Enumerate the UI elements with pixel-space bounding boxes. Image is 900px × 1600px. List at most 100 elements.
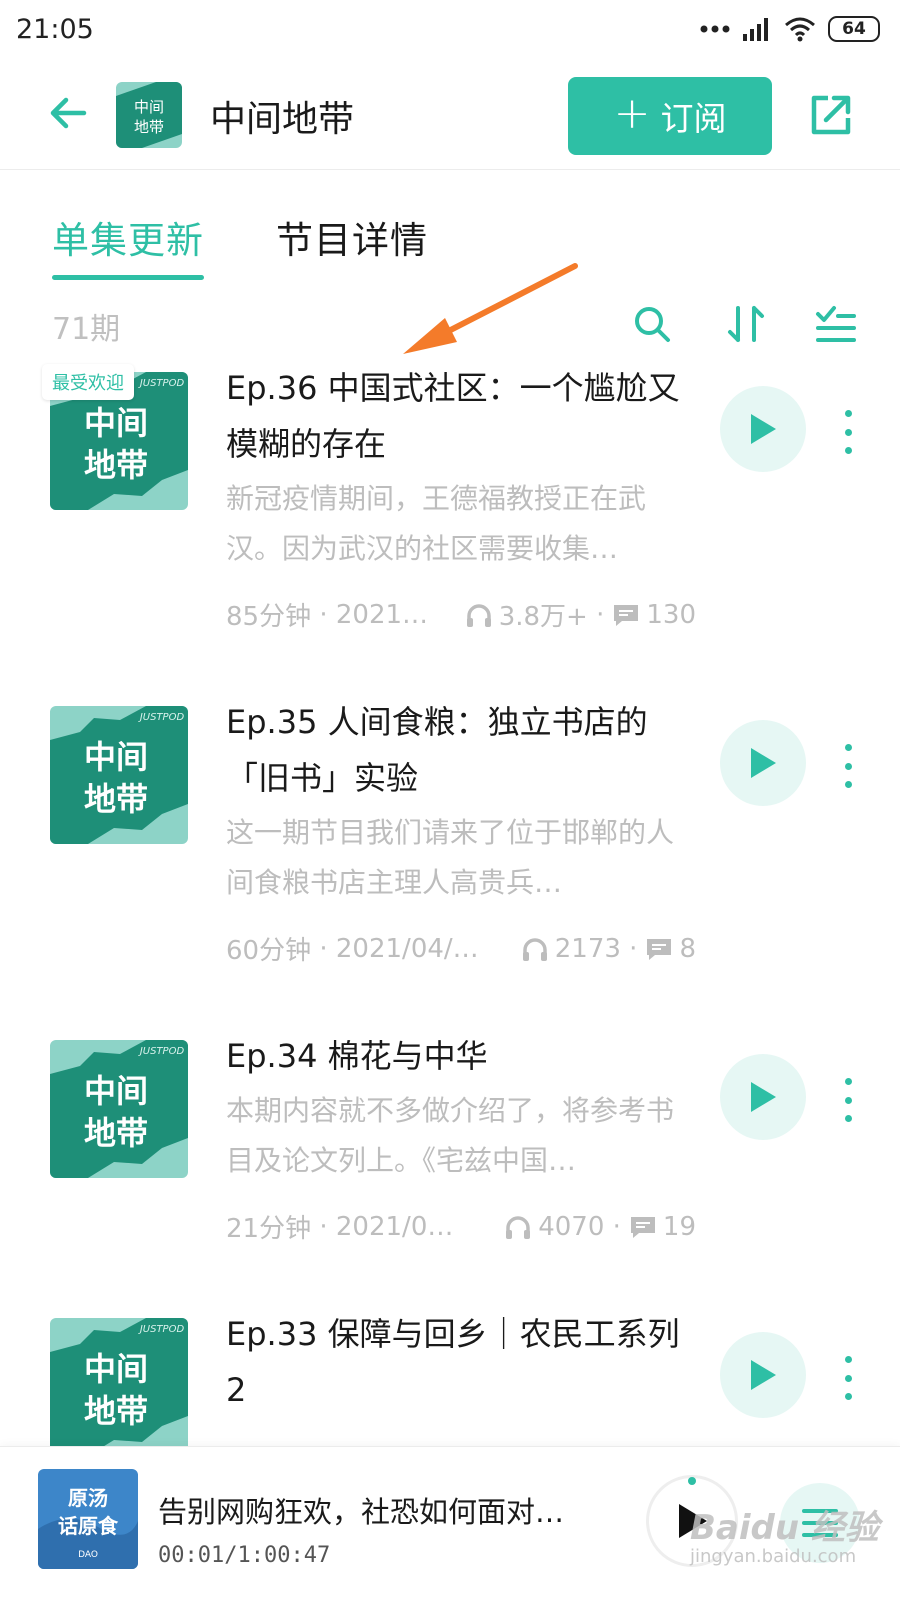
episode-plays: 3.8万+	[498, 602, 588, 632]
episode-duration: 21分钟	[226, 1214, 312, 1244]
cover-text-line2: 地带	[84, 1114, 148, 1152]
mini-player-cover-art: 原汤 话原食 DAO	[38, 1469, 138, 1569]
episode-plays: 4070	[538, 1211, 605, 1242]
cover-text-line2: 地带	[84, 780, 148, 818]
episode-cover-art: JUSTPOD 中间 地带	[50, 1318, 188, 1456]
play-icon	[751, 748, 776, 778]
subscribe-label: 订阅	[660, 99, 727, 138]
episode-title[interactable]: Ep.36 中国式社区：一个尴尬又模糊的存在	[226, 360, 696, 472]
tab-episodes[interactable]: 单集更新	[52, 210, 204, 280]
episode-cover: JUSTPOD 中间 地带	[50, 1318, 188, 1456]
search-icon[interactable]	[630, 302, 674, 346]
episode-cover-art: JUSTPOD 中间 地带	[50, 706, 188, 844]
episode-date: 2021/0…	[335, 1211, 454, 1242]
meta-separator: ·	[311, 933, 336, 964]
comment-icon	[647, 938, 672, 960]
tab-details[interactable]: 节目详情	[276, 210, 428, 264]
back-arrow-icon[interactable]	[44, 88, 94, 138]
cover-brand-text: JUSTPOD	[138, 1324, 185, 1335]
play-button[interactable]	[720, 1054, 806, 1140]
meta-separator: ·	[620, 933, 638, 964]
battery-indicator: 64	[828, 16, 880, 42]
episode-title[interactable]: Ep.35 人间食粮：独立书店的「旧书」实验	[226, 694, 696, 806]
cover-text-line1: 中间	[84, 404, 148, 442]
episode-comments: 19	[662, 1211, 696, 1242]
episode-description: 新冠疫情期间，王德福教授正在武汉。因为武汉的社区需要收集…	[226, 482, 647, 565]
episode-count: 71期	[52, 312, 121, 347]
more-dots-status-icon	[700, 25, 730, 33]
play-button[interactable]	[720, 720, 806, 806]
more-options-button[interactable]	[836, 1078, 860, 1122]
cover-brand-text: JUSTPOD	[138, 1046, 185, 1057]
episode-cover: JUSTPOD 中间 地带	[50, 706, 188, 844]
episode-duration: 85分钟	[226, 602, 312, 632]
annotation-arrow-icon	[403, 263, 578, 354]
episode-meta: 21分钟 · 2021/0… 4070 · 19	[226, 1208, 696, 1245]
headphones-icon	[466, 603, 491, 627]
episode-meta: 60分钟 · 2021/04/… 2173 · 8	[226, 930, 696, 967]
more-options-button[interactable]	[836, 1356, 860, 1400]
meta-separator: ·	[587, 599, 605, 630]
cover-text-line2: 地带	[84, 1392, 148, 1430]
episode-date: 2021/04/…	[335, 933, 479, 964]
play-icon	[751, 414, 776, 444]
progress-dot	[688, 1477, 696, 1485]
mini-cover-text-1: 原汤	[68, 1486, 108, 1510]
play-icon	[751, 1082, 776, 1112]
most-popular-badge: 最受欢迎	[42, 364, 134, 400]
cover-text-line1: 中间	[84, 1350, 148, 1388]
meta-separator: ·	[311, 599, 336, 630]
episode-description: 这一期节目我们请来了位于邯郸的人间食粮书店主理人高贵兵…	[226, 816, 675, 899]
episode-cover-art: JUSTPOD 中间 地带	[50, 1040, 188, 1178]
batch-select-icon[interactable]	[814, 302, 858, 346]
comment-icon	[614, 604, 639, 626]
now-playing-title: 告别网购狂欢，社恐如何面对…	[158, 1495, 565, 1529]
episode-description: 本期内容就不多做介绍了，将参考书目及论文列上。《宅兹中国…	[226, 1094, 675, 1177]
signal-icon	[743, 18, 768, 41]
cover-text-line1: 中间	[84, 738, 148, 776]
podcast-cover-text-2: 地带	[134, 118, 164, 136]
share-icon[interactable]	[804, 88, 858, 142]
mini-cover-text-2: 话原食	[58, 1514, 119, 1538]
plus-icon: +	[613, 88, 651, 139]
episode-duration: 60分钟	[226, 936, 312, 966]
podcast-cover: 中间 地带	[116, 82, 182, 148]
episode-cover: JUSTPOD 中间 地带	[50, 1040, 188, 1178]
sort-icon[interactable]	[724, 302, 768, 346]
episode-title[interactable]: Ep.33 保障与回乡｜农民工系列2	[226, 1306, 696, 1418]
cover-brand-text: JUSTPOD	[138, 712, 185, 723]
more-options-button[interactable]	[836, 744, 860, 788]
episode-comments: 8	[679, 933, 696, 964]
status-icons: 64	[700, 16, 880, 42]
more-options-button[interactable]	[836, 410, 860, 454]
status-bar: 21:05 64	[0, 0, 900, 64]
subscribe-button[interactable]: + 订阅	[568, 77, 772, 155]
headphones-icon	[506, 1215, 531, 1239]
play-icon	[751, 1360, 776, 1390]
play-button[interactable]	[720, 1332, 806, 1418]
headphones-icon	[522, 937, 547, 961]
podcast-cover-text-1: 中间	[134, 98, 164, 116]
play-button[interactable]	[720, 386, 806, 472]
episode-meta: 85分钟 · 2021… 3.8万+ · 130	[226, 596, 696, 633]
now-playing-time: 00:01/1:00:47	[158, 1543, 331, 1568]
comment-icon	[630, 1216, 655, 1238]
episode-date: 2021…	[335, 599, 429, 630]
mini-player-cover: 原汤 话原食 DAO	[38, 1469, 138, 1569]
cover-text-line2: 地带	[84, 446, 148, 484]
header: 中间 地带 中间地带 + 订阅	[0, 64, 900, 170]
podcast-cover-art: 中间 地带	[116, 82, 182, 148]
cover-text-line1: 中间	[84, 1072, 148, 1110]
meta-separator: ·	[604, 1211, 621, 1242]
cover-brand-text: JUSTPOD	[138, 378, 185, 389]
watermark-logo: Baidu 经验	[690, 1508, 879, 1548]
mini-cover-brand: DAO	[78, 1550, 98, 1560]
episode-title[interactable]: Ep.34 棉花与中华	[226, 1028, 696, 1084]
episode-comments: 130	[646, 599, 696, 630]
podcast-title: 中间地带	[210, 99, 355, 140]
watermark-url: jingyan.baidu.com	[690, 1546, 857, 1567]
status-time: 21:05	[16, 14, 94, 45]
wifi-icon	[785, 17, 815, 42]
episode-plays: 2173	[554, 933, 621, 964]
meta-separator: ·	[311, 1211, 336, 1242]
